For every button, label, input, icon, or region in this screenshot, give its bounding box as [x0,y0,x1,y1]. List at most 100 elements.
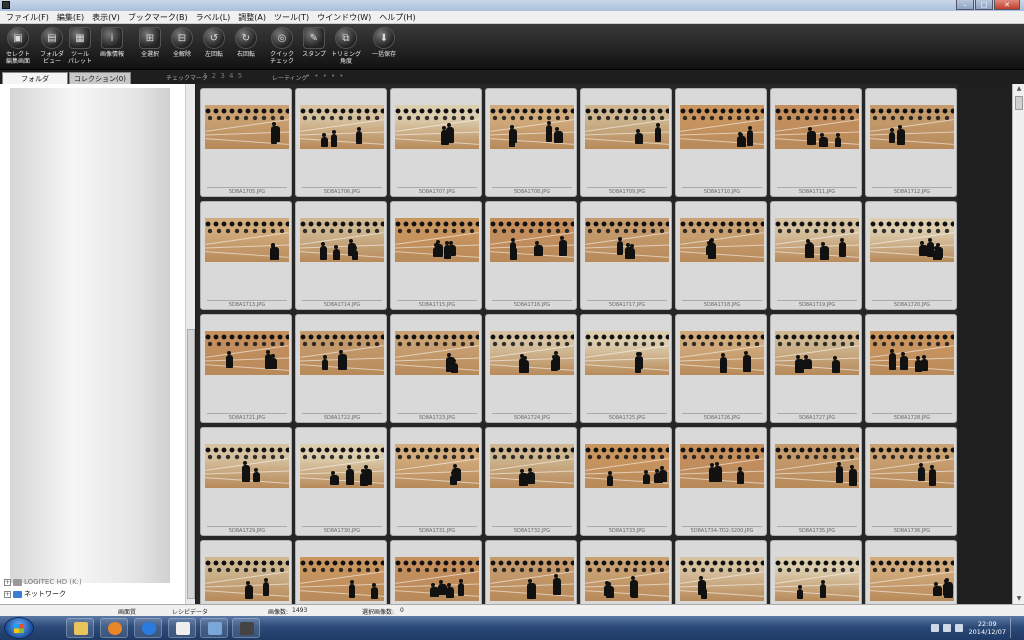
tree-row[interactable]: + ネットワーク [4,588,82,600]
thumbnail-image[interactable] [395,218,479,262]
thumbnail-image[interactable] [585,557,669,601]
thumbnail-cell[interactable]: 5D8A1716.JPG [485,201,577,310]
checkmark-filter[interactable]: 1 2 3 4 5 [203,72,243,80]
minimize-button[interactable]: – [956,0,974,10]
menu-item[interactable]: 編集(E) [53,12,88,23]
thumbnail-cell[interactable]: 5D8A1726.JPG [675,314,767,423]
thumbnail-cell[interactable]: 5D8A1707.JPG [390,88,482,197]
toolbar-button[interactable]: ✎ スタンプ [298,27,330,58]
taskbar-media-player-icon[interactable] [100,618,128,638]
toolbar-button[interactable]: ⊟ 全解除 [166,27,198,58]
thumbnail-cell[interactable] [675,540,767,604]
clock[interactable]: 22:09 2014/12/07 [969,620,1006,636]
thumbnail-image[interactable] [205,105,289,149]
thumbnail-image[interactable] [870,218,954,262]
thumbnail-image[interactable] [585,105,669,149]
thumbnail-cell[interactable] [200,540,292,604]
start-button[interactable] [4,617,34,639]
thumbnail-cell[interactable] [390,540,482,604]
thumbnail-cell[interactable]: 5D8A1722.JPG [295,314,387,423]
thumbnail-cell[interactable]: 5D8A1728.JPG [865,314,957,423]
thumbnail-cell[interactable]: 5D8A1736.JPG [865,427,957,536]
thumbnail-image[interactable] [395,444,479,488]
thumbnail-image[interactable] [300,444,384,488]
thumbnail-cell[interactable]: 5D8A1719.JPG [770,201,862,310]
thumbnail-image[interactable] [490,331,574,375]
thumbnail-cell[interactable]: 5D8A1711.JPG [770,88,862,197]
tray-flag-icon[interactable] [930,624,939,632]
thumbnail-cell[interactable] [865,540,957,604]
thumbnail-image[interactable] [300,218,384,262]
thumbnail-cell[interactable]: 5D8A1733.JPG [580,427,672,536]
thumbnail-image[interactable] [870,105,954,149]
thumbnail-image[interactable] [205,557,289,601]
tree-expand-icon[interactable]: + [4,590,11,598]
menu-item[interactable]: ブックマーク(B) [124,12,192,23]
thumbnail-cell[interactable]: 5D8A1723.JPG [390,314,482,423]
thumbnail-cell[interactable]: 5D8A1717.JPG [580,201,672,310]
menu-item[interactable]: ファイル(F) [2,12,53,23]
thumbnail-scrollbar[interactable]: ▲ ▼ [1012,84,1024,604]
folder-panel-scrollbar[interactable] [185,84,195,604]
rating-filter[interactable]: • • • • • [306,72,345,80]
thumbnail-image[interactable] [300,557,384,601]
thumbnail-cell[interactable]: 5D8A1708.JPG [485,88,577,197]
tab-collection[interactable]: コレクション(0) [69,72,131,84]
toolbar-button[interactable]: ◎ クイック チェック [266,27,298,65]
thumbnail-image[interactable] [490,105,574,149]
thumbnail-cell[interactable]: 5D8A1705.JPG [200,88,292,197]
scroll-down-arrow-icon[interactable]: ▼ [1015,595,1023,603]
menu-item[interactable]: ヘルプ(H) [375,12,419,23]
thumbnail-image[interactable] [775,331,859,375]
thumbnail-cell[interactable]: 5D8A1712.JPG [865,88,957,197]
thumbnail-cell[interactable]: 5D8A1714.JPG [295,201,387,310]
thumbnail-image[interactable] [300,105,384,149]
app-icon[interactable] [2,1,10,9]
taskbar-browser-icon[interactable] [134,618,162,638]
thumbnail-image[interactable] [205,218,289,262]
thumbnail-cell[interactable]: 5D8A1732.JPG [485,427,577,536]
thumbnail-image[interactable] [205,331,289,375]
tree-expand-icon[interactable]: + [4,578,11,586]
thumbnail-image[interactable] [300,331,384,375]
thumbnail-image[interactable] [870,444,954,488]
thumbnail-image[interactable] [205,444,289,488]
close-button[interactable]: ✕ [994,0,1020,10]
toolbar-button[interactable]: ⧉ トリミング 角度 [330,27,362,65]
menu-item[interactable]: ラベル(L) [192,12,235,23]
thumbnail-image[interactable] [395,105,479,149]
thumbnail-image[interactable] [870,331,954,375]
thumbnail-image[interactable] [490,557,574,601]
thumbnail-scroll-thumb[interactable] [1015,96,1023,110]
menu-item[interactable]: 調整(A) [234,12,270,23]
thumbnail-image[interactable] [680,105,764,149]
thumbnail-cell[interactable]: 5D8A1724.JPG [485,314,577,423]
taskbar-window-icon[interactable] [200,618,228,638]
thumbnail-image[interactable] [585,331,669,375]
toolbar-button[interactable]: ⊞ 全選択 [134,27,166,58]
show-desktop-button[interactable] [1010,618,1020,638]
thumbnail-image[interactable] [775,444,859,488]
tree-row[interactable]: + LOGITEC HD (K:) [4,576,82,588]
thumbnail-image[interactable] [490,218,574,262]
maximize-button[interactable]: □ [975,0,993,10]
thumbnail-cell[interactable]: 5D8A1720.JPG [865,201,957,310]
thumbnail-image[interactable] [680,557,764,601]
thumbnail-cell[interactable]: 5D8A1730.JPG [295,427,387,536]
taskbar-photo-app-icon[interactable] [232,618,260,638]
toolbar-button[interactable]: i 画像情報 [96,27,128,58]
thumbnail-image[interactable] [585,444,669,488]
menu-item[interactable]: ツール(T) [270,12,313,23]
thumbnail-image[interactable] [680,444,764,488]
thumbnail-image[interactable] [680,218,764,262]
thumbnail-cell[interactable]: 5D8A1709.JPG [580,88,672,197]
thumbnail-image[interactable] [395,557,479,601]
thumbnail-image[interactable] [775,557,859,601]
thumbnail-cell[interactable]: 5D8A1713.JPG [200,201,292,310]
thumbnail-image[interactable] [775,218,859,262]
menu-item[interactable]: ウインドウ(W) [313,12,375,23]
toolbar-button[interactable]: ▦ ツール パレット [64,27,96,65]
thumbnail-image[interactable] [490,444,574,488]
thumbnail-cell[interactable]: 5D8A1735.JPG [770,427,862,536]
thumbnail-cell[interactable] [295,540,387,604]
